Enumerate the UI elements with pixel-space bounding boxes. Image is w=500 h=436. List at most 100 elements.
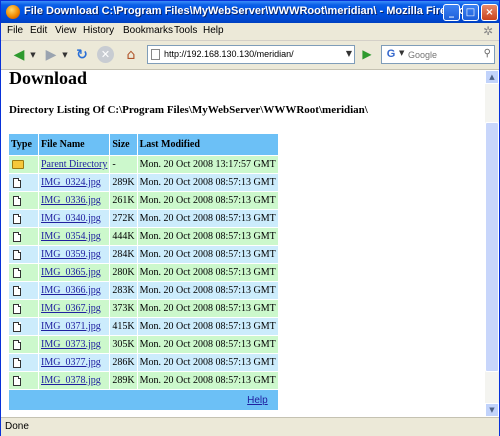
search-input[interactable] xyxy=(408,47,478,62)
page-title: Download xyxy=(9,70,88,88)
menu-file[interactable]: File xyxy=(7,25,23,36)
back-arrow-icon[interactable]: ◀ xyxy=(7,44,31,66)
file-size: 261K xyxy=(109,191,138,210)
url-text[interactable]: http://192.168.130.130/meridian/ xyxy=(164,49,294,59)
file-link[interactable]: IMG_0366.jpg xyxy=(41,285,101,296)
menu-tools[interactable]: Tools xyxy=(174,25,197,36)
file-link[interactable]: IMG_0365.jpg xyxy=(41,267,101,278)
file-modified: Mon. 20 Oct 2008 08:57:13 GMT xyxy=(137,371,279,390)
folder-icon xyxy=(12,160,24,170)
file-icon xyxy=(13,213,21,224)
file-link[interactable]: IMG_0324.jpg xyxy=(41,177,101,188)
reload-icon[interactable]: ↻ xyxy=(71,44,93,66)
file-modified: Mon. 20 Oct 2008 08:57:13 GMT xyxy=(137,281,279,300)
menu-help[interactable]: Help xyxy=(203,25,224,36)
menu-view[interactable]: View xyxy=(55,25,77,36)
table-footer: Help xyxy=(9,389,279,410)
file-link[interactable]: IMG_0373.jpg xyxy=(41,339,101,350)
file-link[interactable]: IMG_0336.jpg xyxy=(41,195,101,206)
file-size: 284K xyxy=(109,245,138,264)
window-title: File Download C:\Program Files\MyWebServ… xyxy=(24,5,463,17)
table-row: IMG_0371.jpg 415K Mon. 20 Oct 2008 08:57… xyxy=(9,317,279,336)
file-size: - xyxy=(109,155,138,174)
col-type: Type xyxy=(9,134,39,156)
maximize-button[interactable]: □ xyxy=(462,4,479,21)
scrollbar-thumb[interactable] xyxy=(485,122,499,372)
col-last-modified: Last Modified xyxy=(137,134,279,156)
file-modified: Mon. 20 Oct 2008 13:17:57 GMT xyxy=(137,155,279,174)
table-row: IMG_0336.jpg 261K Mon. 20 Oct 2008 08:57… xyxy=(9,191,279,210)
navigation-toolbar: ◀ ▼ ▶ ▼ ↻ ✕ ⌂ http://192.168.130.130/mer… xyxy=(1,41,499,70)
parent-directory-link[interactable]: Parent Directory xyxy=(41,159,107,170)
file-modified: Mon. 20 Oct 2008 08:57:13 GMT xyxy=(137,209,279,228)
table-header: Type File Name Size Last Modified xyxy=(9,134,279,156)
file-link[interactable]: IMG_0378.jpg xyxy=(41,375,101,386)
browser-window: File Download C:\Program Files\MyWebServ… xyxy=(0,0,500,436)
page-icon xyxy=(151,49,160,60)
table-row: IMG_0359.jpg 284K Mon. 20 Oct 2008 08:57… xyxy=(9,245,279,264)
scroll-up-arrow-icon[interactable]: ▲ xyxy=(485,70,499,84)
file-link[interactable]: IMG_0371.jpg xyxy=(41,321,101,332)
help-link[interactable]: Help xyxy=(247,395,276,406)
vertical-scrollbar[interactable]: ▲ ▼ xyxy=(485,70,499,417)
menu-bookmarks[interactable]: Bookmarks xyxy=(123,25,173,36)
table-row: IMG_0377.jpg 286K Mon. 20 Oct 2008 08:57… xyxy=(9,353,279,372)
file-link[interactable]: IMG_0359.jpg xyxy=(41,249,101,260)
menu-edit[interactable]: Edit xyxy=(30,25,47,36)
directory-heading: Directory Listing Of C:\Program Files\My… xyxy=(9,104,368,116)
menu-history[interactable]: History xyxy=(83,25,114,36)
url-dropdown-icon[interactable]: ▼ xyxy=(346,49,352,58)
go-arrow-icon[interactable]: ▶ xyxy=(360,47,374,61)
menu-bar: File Edit View History Bookmarks Tools H… xyxy=(1,23,499,41)
table-row: IMG_0373.jpg 305K Mon. 20 Oct 2008 08:57… xyxy=(9,335,279,354)
forward-history-dropdown-icon[interactable]: ▼ xyxy=(61,44,69,66)
back-history-dropdown-icon[interactable]: ▼ xyxy=(29,44,37,66)
firefox-icon xyxy=(6,5,20,19)
file-modified: Mon. 20 Oct 2008 08:57:13 GMT xyxy=(137,317,279,336)
file-modified: Mon. 20 Oct 2008 08:57:13 GMT xyxy=(137,335,279,354)
page-content: Download Directory Listing Of C:\Program… xyxy=(1,70,485,417)
google-engine-icon[interactable]: G xyxy=(384,48,398,61)
file-modified: Mon. 20 Oct 2008 08:57:13 GMT xyxy=(137,227,279,246)
stop-icon[interactable]: ✕ xyxy=(97,46,114,63)
home-icon[interactable]: ⌂ xyxy=(120,44,142,66)
url-bar[interactable]: http://192.168.130.130/meridian/ ▼ xyxy=(147,45,355,64)
file-icon xyxy=(13,303,21,314)
file-modified: Mon. 20 Oct 2008 08:57:13 GMT xyxy=(137,353,279,372)
file-size: 289K xyxy=(109,173,138,192)
file-modified: Mon. 20 Oct 2008 08:57:13 GMT xyxy=(137,173,279,192)
close-button[interactable]: × xyxy=(481,4,498,21)
status-bar: Done xyxy=(1,417,499,436)
table-row: IMG_0324.jpg 289K Mon. 20 Oct 2008 08:57… xyxy=(9,173,279,192)
table-row: IMG_0354.jpg 444K Mon. 20 Oct 2008 08:57… xyxy=(9,227,279,246)
file-size: 286K xyxy=(109,353,138,372)
table-row: IMG_0367.jpg 373K Mon. 20 Oct 2008 08:57… xyxy=(9,299,279,318)
table-row: IMG_0340.jpg 272K Mon. 20 Oct 2008 08:57… xyxy=(9,209,279,228)
file-modified: Mon. 20 Oct 2008 08:57:13 GMT xyxy=(137,263,279,282)
file-size: 272K xyxy=(109,209,138,228)
file-size: 373K xyxy=(109,299,138,318)
table-row: IMG_0378.jpg 289K Mon. 20 Oct 2008 08:57… xyxy=(9,371,279,390)
scroll-down-arrow-icon[interactable]: ▼ xyxy=(485,403,499,417)
col-size: Size xyxy=(109,134,138,156)
file-icon xyxy=(13,339,21,350)
search-box[interactable]: G ▼ ⚲ xyxy=(381,45,495,64)
file-link[interactable]: IMG_0367.jpg xyxy=(41,303,101,314)
file-icon xyxy=(13,357,21,368)
file-icon xyxy=(13,249,21,260)
file-icon xyxy=(13,231,21,242)
file-listing-table: Type File Name Size Last Modified Parent… xyxy=(9,134,279,410)
forward-arrow-icon[interactable]: ▶ xyxy=(39,44,63,66)
file-link[interactable]: IMG_0354.jpg xyxy=(41,231,101,242)
file-link[interactable]: IMG_0377.jpg xyxy=(41,357,101,368)
file-icon xyxy=(13,375,21,386)
search-icon[interactable]: ⚲ xyxy=(484,48,491,59)
file-size: 305K xyxy=(109,335,138,354)
table-row: IMG_0365.jpg 280K Mon. 20 Oct 2008 08:57… xyxy=(9,263,279,282)
table-row: IMG_0366.jpg 283K Mon. 20 Oct 2008 08:57… xyxy=(9,281,279,300)
minimize-button[interactable]: _ xyxy=(443,4,460,21)
file-link[interactable]: IMG_0340.jpg xyxy=(41,213,101,224)
file-size: 280K xyxy=(109,263,138,282)
engine-dropdown-icon[interactable]: ▼ xyxy=(399,49,404,57)
file-size: 289K xyxy=(109,371,138,390)
